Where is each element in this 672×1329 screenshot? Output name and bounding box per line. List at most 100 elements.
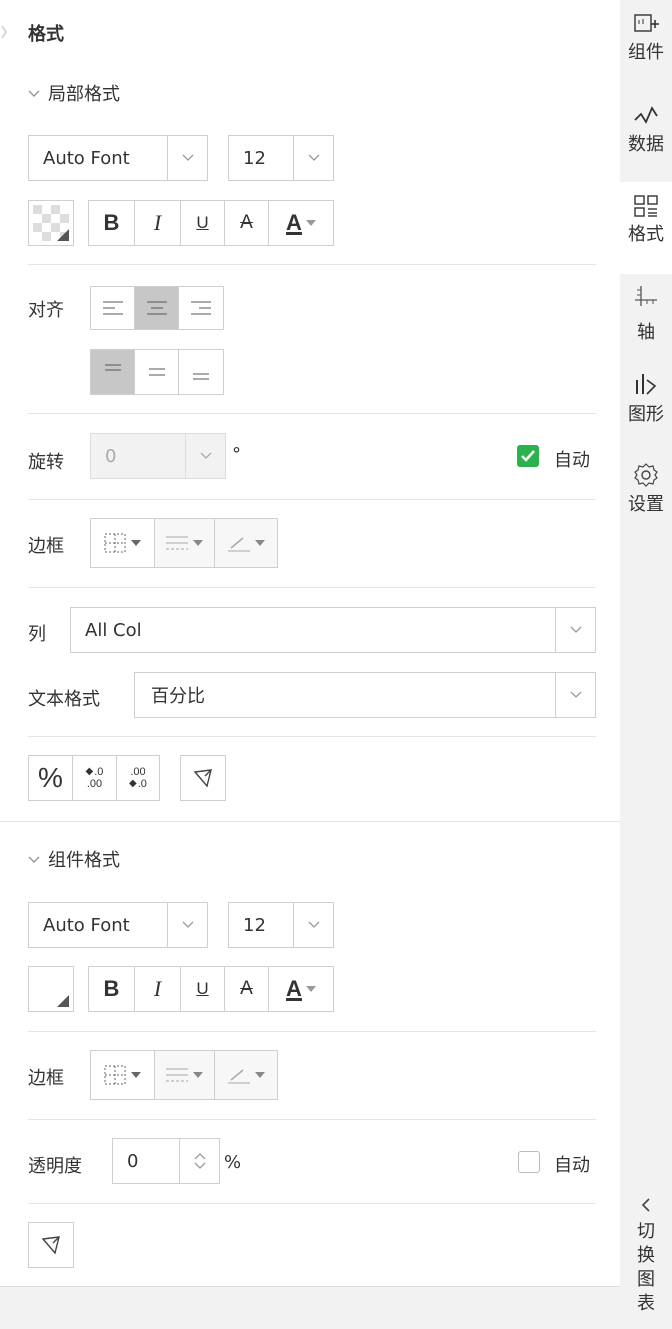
border-style-button[interactable] bbox=[91, 1051, 155, 1099]
font-size-select[interactable]: 12 bbox=[228, 135, 334, 181]
caret-down-icon bbox=[131, 540, 141, 546]
strikethrough-button[interactable]: A bbox=[225, 201, 269, 245]
section-divider bbox=[0, 821, 620, 822]
auto-opacity-label: 自动 bbox=[554, 1155, 590, 1176]
strikethrough-button[interactable]: A bbox=[225, 967, 269, 1011]
italic-button[interactable]: I bbox=[135, 967, 181, 1011]
strike-label: A bbox=[240, 212, 253, 233]
border-grid-icon bbox=[104, 1065, 126, 1085]
align-left-button[interactable] bbox=[91, 287, 135, 329]
increase-decimal-button[interactable]: ◆ .0 .00 bbox=[73, 756, 117, 800]
pen-icon bbox=[227, 537, 250, 552]
line-style-icon bbox=[166, 1068, 188, 1082]
align-label: 对齐 bbox=[28, 300, 64, 321]
underline-button[interactable]: U bbox=[181, 967, 225, 1011]
section-title: 局部格式 bbox=[48, 84, 120, 105]
collapse-panel-handle[interactable] bbox=[0, 12, 8, 52]
chevron-down-icon bbox=[167, 136, 207, 180]
border-style-button[interactable] bbox=[91, 519, 155, 567]
switch-chart-button[interactable]: 切 换 图 表 bbox=[620, 1196, 672, 1329]
component-format-painter-button[interactable] bbox=[28, 1222, 74, 1268]
align-center-icon bbox=[146, 301, 167, 315]
align-bottom-icon bbox=[193, 373, 209, 380]
strike-label: A bbox=[240, 978, 253, 999]
sidebar-item-settings[interactable]: 设置 bbox=[620, 462, 672, 540]
sidebar-item-component[interactable]: 组件 bbox=[620, 12, 672, 90]
sidebar-item-shape[interactable]: 图形 bbox=[620, 372, 672, 450]
component-font-family-select[interactable]: Auto Font bbox=[28, 902, 208, 948]
sidebar-item-label: 数据 bbox=[628, 134, 664, 155]
stepper-controls bbox=[179, 1139, 219, 1183]
chevron-down-icon bbox=[293, 903, 333, 947]
auto-rotate-checkbox[interactable] bbox=[517, 445, 539, 467]
italic-button[interactable]: I bbox=[135, 201, 181, 245]
align-left-icon bbox=[102, 301, 123, 315]
divider bbox=[28, 1119, 596, 1120]
caret-down-icon bbox=[193, 540, 203, 546]
font-family-select[interactable]: Auto Font bbox=[28, 135, 208, 181]
fill-color-button[interactable] bbox=[28, 200, 74, 246]
border-line-button[interactable] bbox=[155, 1051, 215, 1099]
chevron-down-icon bbox=[555, 608, 595, 652]
degree-symbol: ° bbox=[232, 444, 241, 465]
font-color-button[interactable]: A bbox=[269, 201, 333, 245]
check-icon bbox=[521, 450, 535, 462]
decrease-bottom: .0 bbox=[137, 778, 147, 790]
text-format-label: 文本格式 bbox=[28, 689, 100, 710]
border-color-button[interactable] bbox=[215, 1051, 277, 1099]
bold-button[interactable]: B bbox=[89, 201, 135, 245]
align-right-button[interactable] bbox=[179, 287, 223, 329]
sidebar-item-label: 组件 bbox=[628, 42, 664, 63]
component-font-size-select[interactable]: 12 bbox=[228, 902, 334, 948]
switch-chart-char: 换 bbox=[637, 1245, 655, 1266]
align-middle-icon bbox=[148, 368, 165, 376]
caret-down-icon bbox=[254, 1072, 265, 1078]
decrease-top: .00 bbox=[130, 766, 146, 778]
opacity-stepper[interactable]: 0 bbox=[112, 1138, 220, 1184]
line-style-icon bbox=[166, 536, 188, 550]
align-top-button[interactable] bbox=[91, 350, 135, 394]
component-border-group bbox=[90, 1050, 278, 1100]
sidebar-item-label: 图形 bbox=[628, 404, 664, 425]
opacity-value: 0 bbox=[127, 1150, 139, 1172]
shape-chart-icon bbox=[636, 374, 657, 395]
rotate-select[interactable]: 0 bbox=[90, 433, 226, 479]
divider bbox=[28, 1031, 596, 1032]
sidebar-item-format[interactable]: 格式 bbox=[620, 182, 672, 274]
chevron-down-icon bbox=[185, 434, 225, 478]
panel-title: 格式 bbox=[28, 24, 64, 45]
format-painter-button[interactable] bbox=[180, 755, 226, 801]
text-format-select[interactable]: 百分比 bbox=[134, 672, 596, 718]
local-format-section-toggle[interactable]: 局部格式 bbox=[28, 80, 120, 106]
caret-down-icon bbox=[193, 1072, 203, 1078]
column-select[interactable]: All Col bbox=[70, 607, 596, 653]
chevron-up-icon[interactable] bbox=[193, 1151, 207, 1161]
add-component-icon bbox=[634, 14, 659, 32]
align-right-icon bbox=[191, 301, 211, 315]
sidebar-item-data[interactable]: 数据 bbox=[620, 104, 672, 182]
border-line-button[interactable] bbox=[155, 519, 215, 567]
align-bottom-button[interactable] bbox=[179, 350, 223, 394]
increase-top: .0 bbox=[94, 766, 104, 778]
sidebar-item-axis[interactable]: 轴 bbox=[620, 284, 672, 364]
arrow-left-icon: ◆ bbox=[85, 766, 94, 777]
component-fill-color-button[interactable] bbox=[28, 966, 74, 1012]
percent-button[interactable]: % bbox=[29, 756, 73, 800]
chevron-left-icon bbox=[641, 1198, 650, 1212]
format-brush-icon bbox=[193, 769, 212, 788]
underline-button[interactable]: U bbox=[181, 201, 225, 245]
border-color-button[interactable] bbox=[215, 519, 277, 567]
align-middle-button[interactable] bbox=[135, 350, 179, 394]
auto-opacity-checkbox[interactable] bbox=[518, 1151, 540, 1173]
bold-button[interactable]: B bbox=[89, 967, 135, 1011]
divider bbox=[28, 587, 596, 588]
align-center-button[interactable] bbox=[135, 287, 179, 329]
underline-label: U bbox=[196, 979, 209, 998]
component-format-section-toggle[interactable]: 组件格式 bbox=[28, 846, 120, 872]
font-color-button[interactable]: A bbox=[269, 967, 333, 1011]
opacity-label: 透明度 bbox=[28, 1156, 82, 1177]
fill-color-icon bbox=[57, 995, 69, 1007]
chevron-down-icon[interactable] bbox=[193, 1161, 207, 1171]
number-format-group: % ◆ .0 .00 .00 ◆ .0 bbox=[28, 755, 160, 801]
decrease-decimal-button[interactable]: .00 ◆ .0 bbox=[117, 756, 159, 800]
